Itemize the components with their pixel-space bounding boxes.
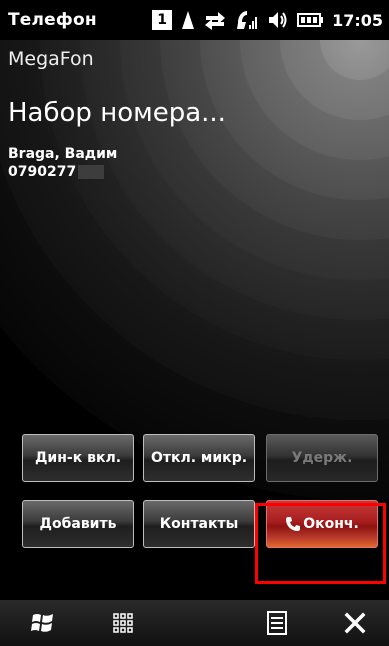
clock: 17:05 [332, 10, 383, 30]
contact-name: Braga, Вадим [8, 146, 118, 162]
call-status: Набор номера... [8, 98, 226, 128]
mute-button[interactable]: Откл. микр. [143, 434, 255, 482]
menu-list-icon[interactable] [262, 608, 292, 638]
add-call-button[interactable]: Добавить [22, 500, 134, 548]
contact-number-row: 0790277 [8, 164, 105, 180]
sim-1-icon: 1 [152, 10, 173, 30]
battery-icon [297, 13, 324, 27]
apps-grid-icon[interactable] [108, 608, 138, 638]
operator-name: MegaFon [8, 48, 94, 70]
contacts-button[interactable]: Контакты [143, 500, 255, 548]
speaker-icon [269, 12, 287, 28]
phone-icon [286, 517, 301, 531]
windows-start-icon[interactable] [28, 608, 58, 638]
hold-button[interactable]: Удерж. [266, 434, 378, 482]
contact-number: 0790277 [8, 164, 77, 180]
signal-arrow-icon [182, 11, 195, 29]
status-title: Телефон [8, 10, 97, 30]
speaker-button[interactable]: Дин-к вкл. [22, 434, 134, 482]
end-call-button[interactable]: Оконч. [266, 500, 378, 548]
status-icons: 1 17:05 [152, 8, 383, 32]
number-redaction [78, 165, 105, 179]
close-icon[interactable] [340, 608, 370, 638]
data-transfer-icon [205, 12, 226, 30]
status-bar: Телефон 1 17:05 [0, 0, 389, 40]
signal-strength-icon [237, 11, 258, 29]
end-call-label: Оконч. [303, 516, 359, 532]
bottom-bar [0, 600, 389, 646]
